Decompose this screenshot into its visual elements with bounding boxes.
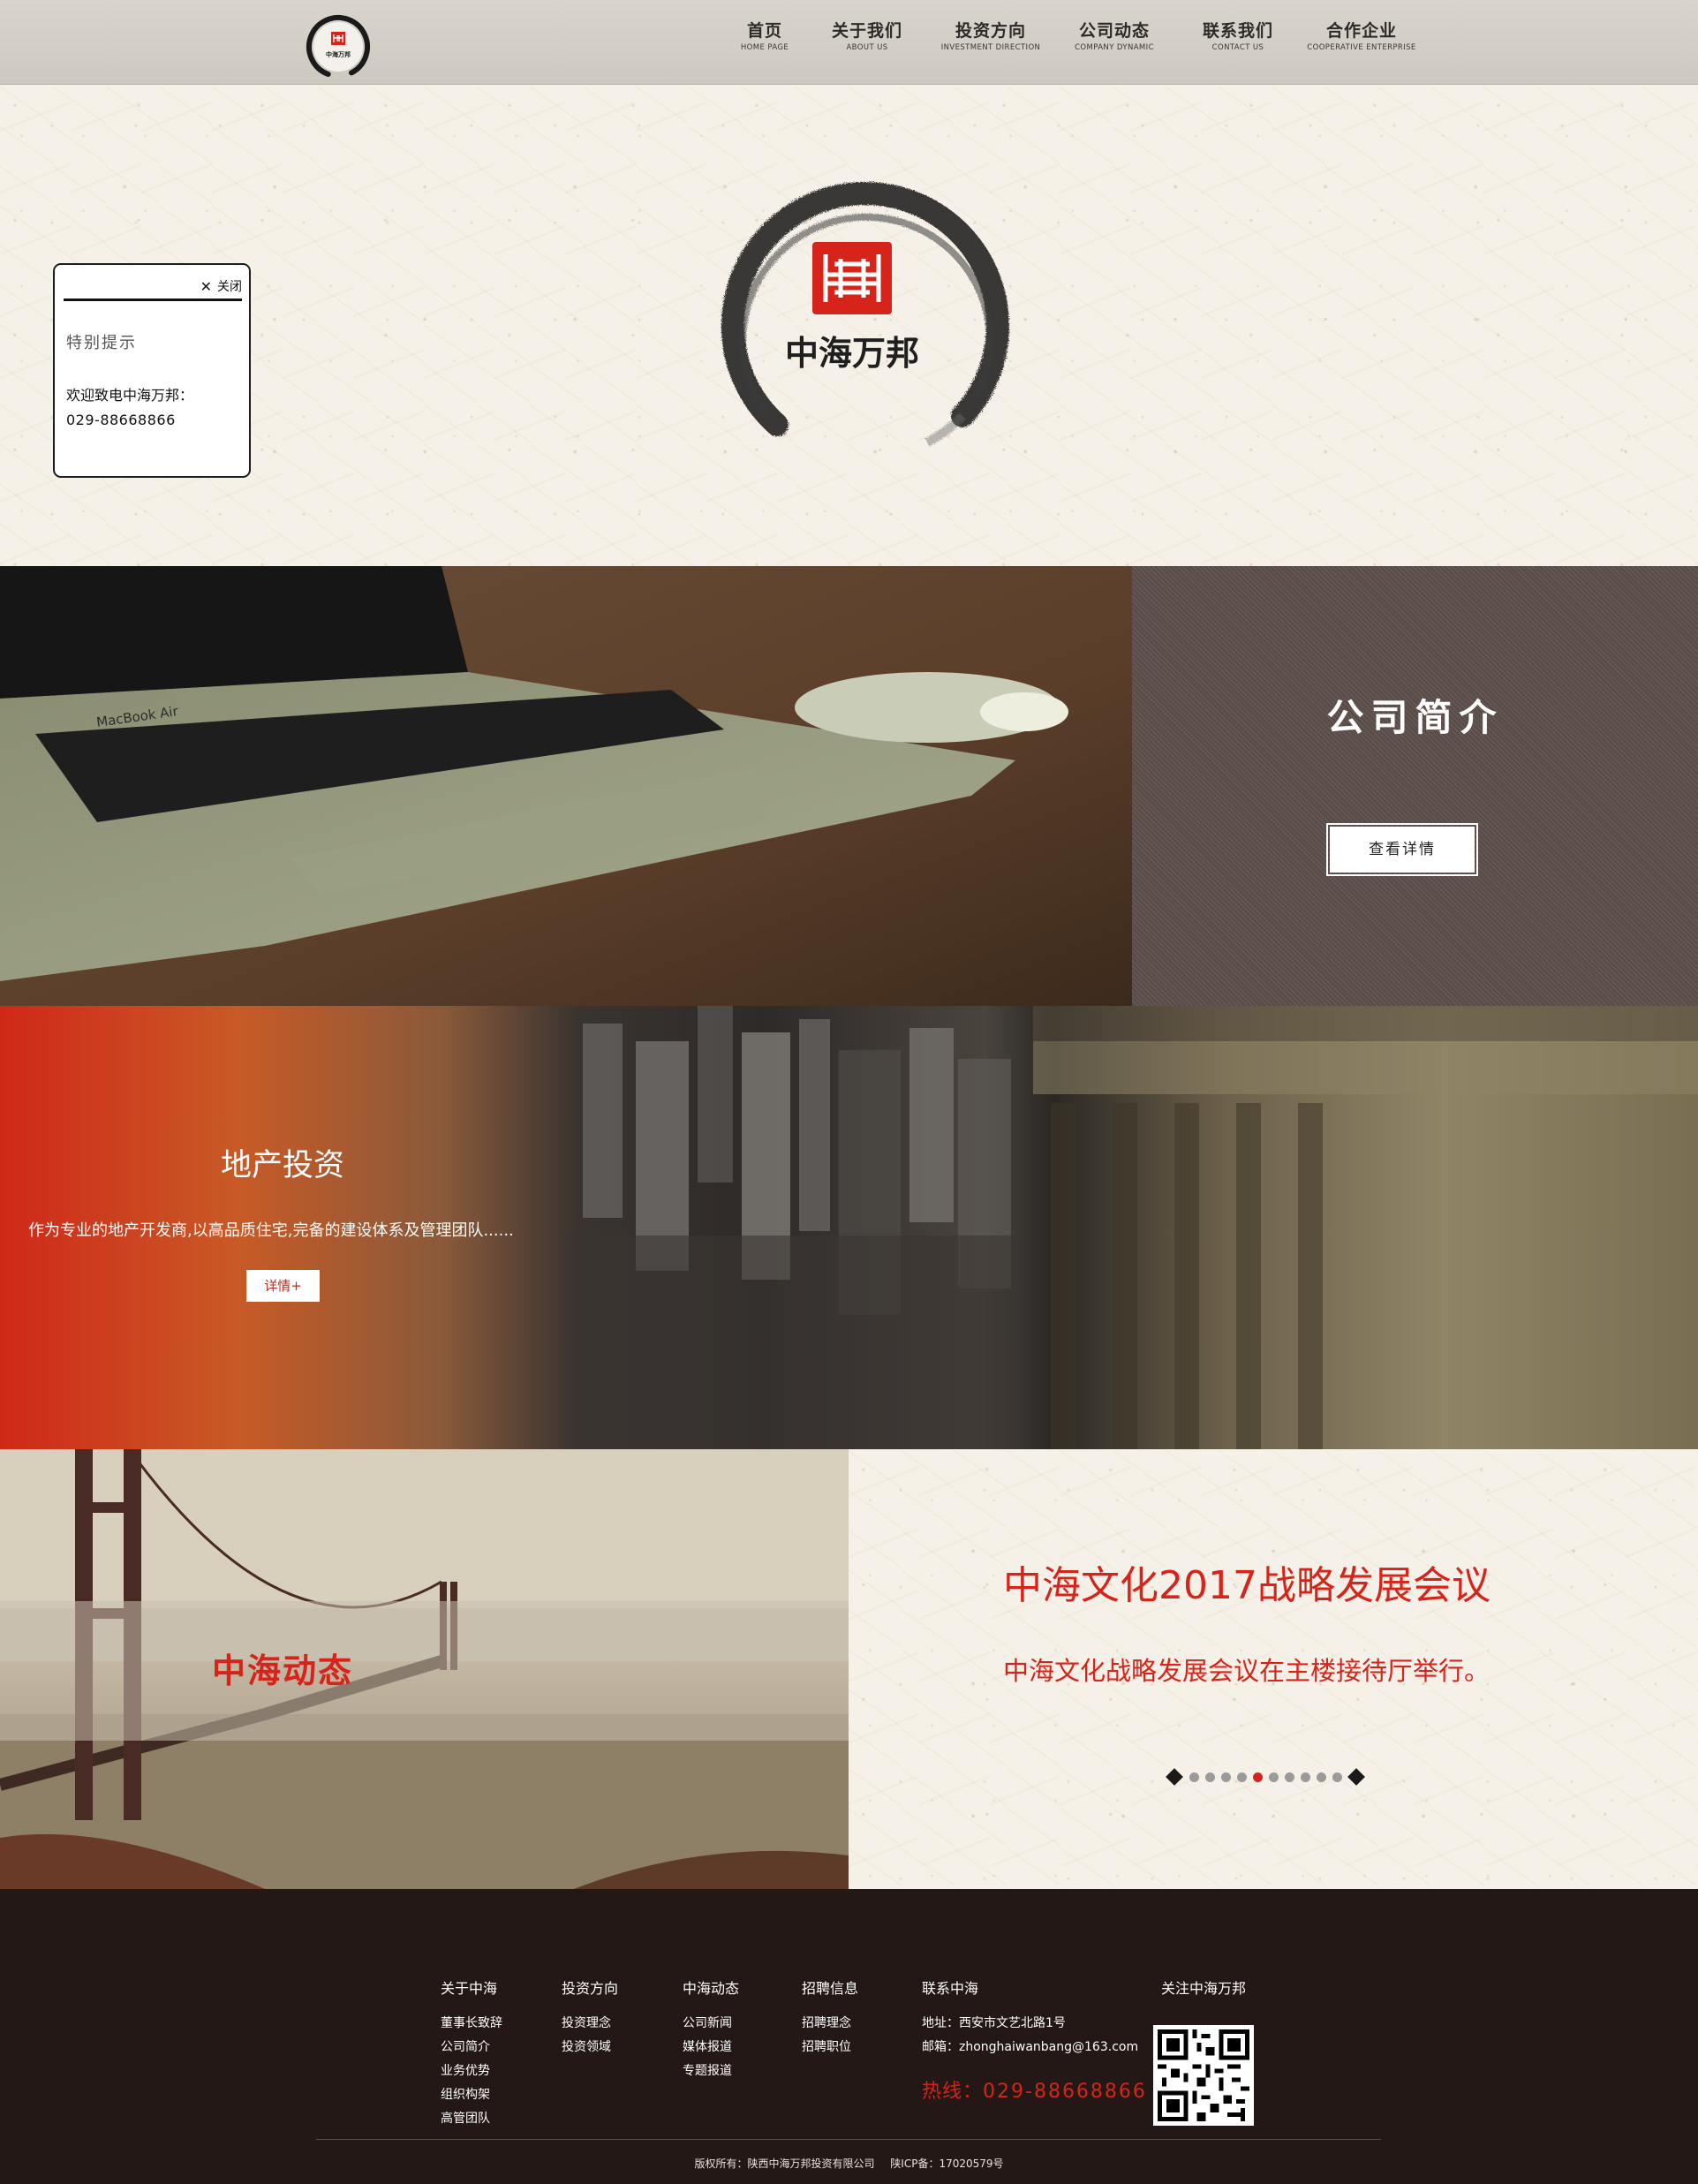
about-panel: 公司简介 查看详情 xyxy=(1132,566,1698,1006)
about-title: 公司简介 xyxy=(1326,696,1504,739)
footer-link[interactable]: 投资理念 xyxy=(562,2015,618,2039)
nav-cooperation-label: 合作企业 xyxy=(1325,21,1397,41)
slider-dot[interactable] xyxy=(1268,1772,1279,1782)
footer-col-heading: 联系中海 xyxy=(922,1980,979,1997)
nav-home[interactable]: 首页 HOME PAGE xyxy=(724,19,805,53)
footer-hotline: 热线：029-88668866 xyxy=(922,2075,1147,2104)
slider-prev-icon[interactable] xyxy=(1166,1768,1183,1786)
slider-pagination xyxy=(1166,1768,1365,1786)
qr-code-icon xyxy=(1158,2029,1249,2121)
footer-link[interactable]: 媒体报道 xyxy=(683,2039,739,2063)
slider-dot[interactable] xyxy=(1332,1772,1342,1782)
slider-dot[interactable] xyxy=(1189,1772,1199,1782)
footer-col-contact: 联系中海 地址：西安市文艺北路1号 邮箱：zhonghaiwanbang@163… xyxy=(922,1976,1147,2104)
hero-banner: 中海万邦 ✕ 关闭 特别提示 欢迎致电中海万邦： 029-88668866 xyxy=(0,85,1698,566)
nav-about[interactable]: 关于我们 ABOUT US xyxy=(805,19,929,53)
nav-home-sub: HOME PAGE xyxy=(740,43,789,52)
hotline-number[interactable]: 029-88668866 xyxy=(983,2081,1147,2103)
news-photo-bridge: 中海动态 xyxy=(0,1449,849,1889)
slider-dot[interactable] xyxy=(1220,1772,1231,1782)
footer-col-heading: 关注中海万邦 xyxy=(1161,1980,1247,1997)
slider-dot[interactable] xyxy=(1284,1772,1294,1782)
nav-cooperation-sub: COOPERATIVE ENTERPRISE xyxy=(1307,43,1416,52)
news-section-label[interactable]: 中海动态 xyxy=(212,1644,353,1692)
footer-copyright: 版权所有：陕西中海万邦投资有限公司 陕ICP备：17020579号 xyxy=(0,2156,1698,2171)
footer-link[interactable]: 业务优势 xyxy=(441,2063,502,2087)
footer-link[interactable]: 组织构架 xyxy=(441,2087,502,2111)
footer-col-recruit: 招聘信息 招聘理念 招聘职位 xyxy=(802,1976,858,2063)
news-label-band xyxy=(0,1601,849,1741)
popup-divider xyxy=(64,299,242,301)
nav-about-sub: ABOUT US xyxy=(846,43,888,52)
realestate-title: 地产投资 xyxy=(220,1148,344,1183)
popup-close-button[interactable]: ✕ 关闭 xyxy=(200,277,242,295)
site-footer: 关于中海 董事长致辞 公司简介 业务优势 组织构架 高管团队 投资方向 投资理念… xyxy=(0,1889,1698,2184)
slider-dot[interactable] xyxy=(1252,1772,1263,1782)
svg-text:中海万邦: 中海万邦 xyxy=(326,50,351,58)
news-summary: 中海文化战略发展会议在主楼接待厅举行。 xyxy=(1003,1656,1490,1686)
about-detail-button[interactable]: 查看详情 xyxy=(1326,823,1478,876)
nav-investment-label: 投资方向 xyxy=(955,21,1026,41)
footer-col-news: 中海动态 公司新闻 媒体报道 专题报道 xyxy=(683,1976,739,2087)
wechat-qr-code xyxy=(1153,2025,1254,2126)
slider-dot[interactable] xyxy=(1204,1772,1215,1782)
nav-dynamic[interactable]: 公司动态 COMPANY DYNAMIC xyxy=(1053,19,1176,53)
footer-col-heading: 关于中海 xyxy=(441,1980,498,1997)
popup-message: 欢迎致电中海万邦： xyxy=(66,387,194,404)
slider-dot[interactable] xyxy=(1236,1772,1247,1782)
hero-brand-name: 中海万邦 xyxy=(785,334,919,373)
main-nav: 首页 HOME PAGE 关于我们 ABOUT US 投资方向 INVESTME… xyxy=(724,19,1423,53)
slider-dot[interactable] xyxy=(1316,1772,1326,1782)
slider-next-icon[interactable] xyxy=(1347,1768,1365,1786)
icp-text[interactable]: 陕ICP备：17020579号 xyxy=(890,2158,1003,2170)
footer-link[interactable]: 专题报道 xyxy=(683,2063,739,2087)
nav-dynamic-label: 公司动态 xyxy=(1078,21,1150,41)
footer-link[interactable]: 公司新闻 xyxy=(683,2015,739,2039)
realestate-detail-button[interactable]: 详情+ xyxy=(246,1270,320,1302)
nav-about-label: 关于我们 xyxy=(831,21,902,41)
nav-dynamic-sub: COMPANY DYNAMIC xyxy=(1075,43,1154,52)
hotline-label: 热线： xyxy=(922,2081,984,2103)
footer-link[interactable]: 高管团队 xyxy=(441,2111,502,2135)
footer-col-heading: 投资方向 xyxy=(562,1980,619,1997)
footer-col-about: 关于中海 董事长致辞 公司简介 业务优势 组织构架 高管团队 xyxy=(441,1976,502,2135)
about-photo-laptop: MacBook Air xyxy=(0,566,1132,1006)
news-headline[interactable]: 中海文化2017战略发展会议 xyxy=(1003,1553,1490,1610)
footer-divider xyxy=(316,2139,1381,2140)
nav-cooperation[interactable]: 合作企业 COOPERATIVE ENTERPRISE xyxy=(1300,19,1423,53)
footer-link[interactable]: 招聘职位 xyxy=(802,2039,858,2063)
footer-link[interactable]: 招聘理念 xyxy=(802,2015,858,2039)
notice-popup: ✕ 关闭 特别提示 欢迎致电中海万邦： 029-88668866 xyxy=(53,263,251,478)
popup-title: 特别提示 xyxy=(66,334,137,352)
slider-dot[interactable] xyxy=(1300,1772,1310,1782)
news-panel: 中海文化2017战略发展会议 中海文化战略发展会议在主楼接待厅举行。 xyxy=(849,1449,1698,1889)
nav-contact-sub: CONTACT US xyxy=(1211,43,1264,52)
popup-phone: 029-88668866 xyxy=(66,412,176,428)
footer-col-heading: 中海动态 xyxy=(683,1980,740,1997)
footer-email[interactable]: 邮箱：zhonghaiwanbang@163.com xyxy=(922,2039,1147,2063)
nav-investment[interactable]: 投资方向 INVESTMENT DIRECTION xyxy=(929,19,1053,53)
footer-col-follow: 关注中海万邦 xyxy=(1161,1976,1246,2015)
popup-close-label: 关闭 xyxy=(217,280,242,294)
footer-col-heading: 招聘信息 xyxy=(802,1980,859,1997)
close-icon[interactable]: ✕ xyxy=(200,278,212,295)
nav-home-label: 首页 xyxy=(746,21,782,41)
footer-link[interactable]: 董事长致辞 xyxy=(441,2015,502,2039)
copyright-text: 版权所有：陕西中海万邦投资有限公司 xyxy=(694,2158,875,2170)
realestate-section: 地产投资 作为专业的地产开发商,以高品质住宅,完备的建设体系及管理团队.....… xyxy=(0,1006,1698,1449)
nav-contact[interactable]: 联系我们 CONTACT US xyxy=(1176,19,1300,53)
footer-address: 地址：西安市文艺北路1号 xyxy=(922,2016,1066,2030)
brand-ink-circle-logo: 中海万邦 xyxy=(721,182,1009,447)
footer-link[interactable]: 公司简介 xyxy=(441,2039,502,2063)
nav-investment-sub: INVESTMENT DIRECTION xyxy=(940,43,1041,52)
site-header: 中海万邦 首页 HOME PAGE 关于我们 ABOUT US 投资方向 INV… xyxy=(0,0,1698,85)
footer-link[interactable]: 投资领域 xyxy=(562,2039,618,2063)
laptop-illustration: MacBook Air xyxy=(0,566,1132,1006)
header-logo[interactable]: 中海万邦 xyxy=(301,12,375,81)
footer-col-investment: 投资方向 投资理念 投资领域 xyxy=(562,1976,618,2063)
nav-contact-label: 联系我们 xyxy=(1202,21,1273,41)
realestate-description: 作为专业的地产开发商,以高品质住宅,完备的建设体系及管理团队...... xyxy=(28,1221,514,1240)
